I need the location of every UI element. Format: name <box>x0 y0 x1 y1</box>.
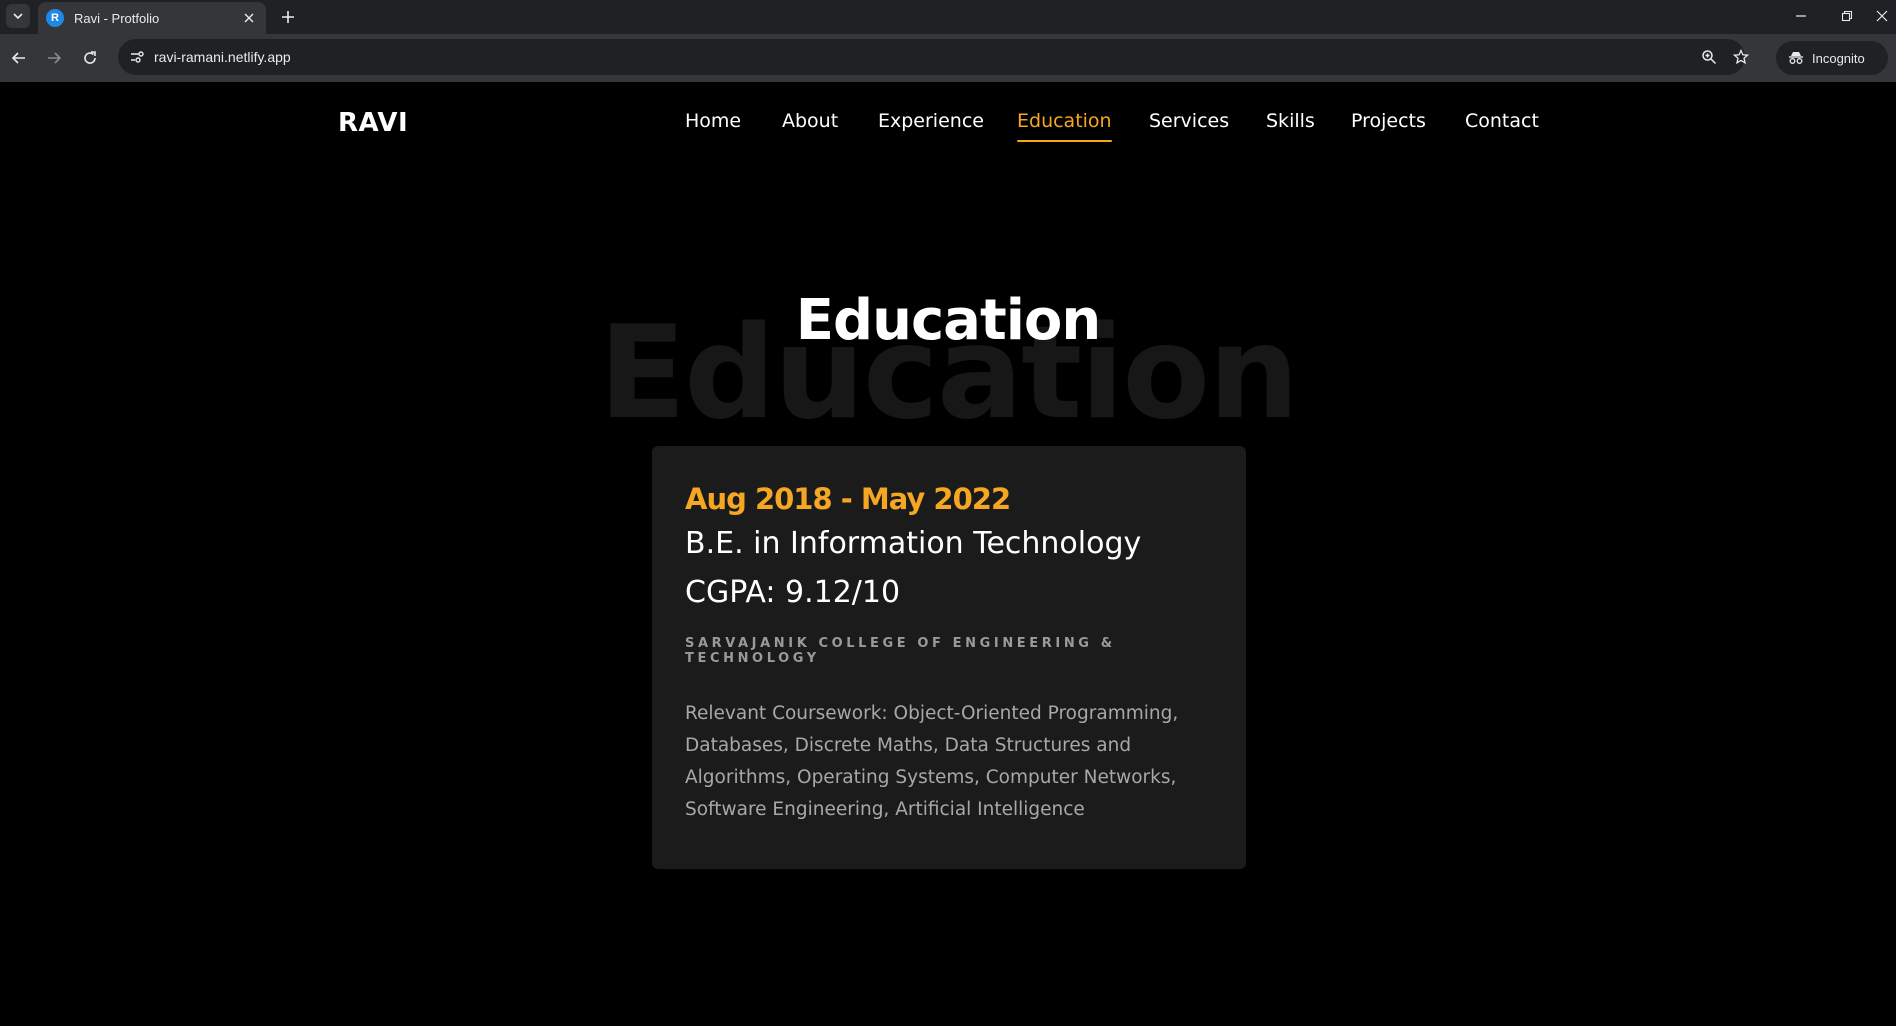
close-icon <box>244 13 254 23</box>
education-degree: B.E. in Information Technology <box>685 526 1142 561</box>
back-button[interactable] <box>5 44 33 72</box>
browser-tab-bar: R Ravi - Protfolio <box>0 0 1896 34</box>
tab-close-button[interactable] <box>240 9 258 27</box>
close-window-button[interactable] <box>1868 0 1896 32</box>
tab-list-button[interactable] <box>6 4 30 28</box>
arrow-left-icon <box>11 52 25 64</box>
plus-icon <box>282 11 294 23</box>
education-cgpa: CGPA: 9.12/10 <box>685 575 901 610</box>
education-college: SARVAJANIK COLLEGE OF ENGINEERING & TECH… <box>685 636 1116 666</box>
site-favicon-icon: R <box>46 9 64 27</box>
active-underline <box>1017 140 1112 142</box>
chevron-down-icon <box>13 13 23 20</box>
new-tab-button[interactable] <box>276 5 300 29</box>
nav-contact[interactable]: Contact <box>1465 110 1539 132</box>
nav-skills[interactable]: Skills <box>1266 110 1315 132</box>
restore-button[interactable] <box>1824 0 1870 32</box>
tune-icon <box>131 51 144 63</box>
minimize-icon <box>1796 15 1806 17</box>
incognito-icon <box>1789 52 1803 64</box>
incognito-label: Incognito <box>1812 50 1865 66</box>
nav-experience[interactable]: Experience <box>878 110 984 132</box>
browser-tab[interactable]: R Ravi - Protfolio <box>38 2 266 34</box>
reload-icon <box>84 51 96 64</box>
zoom-button[interactable] <box>1698 46 1720 68</box>
reload-button[interactable] <box>76 44 104 72</box>
education-date-range: Aug 2018 - May 2022 <box>685 482 1011 516</box>
restore-icon <box>1841 10 1853 22</box>
nav-education[interactable]: Education <box>1017 110 1112 142</box>
education-coursework: Relevant Coursework: Object-Oriented Pro… <box>685 703 1179 820</box>
nav-about[interactable]: About <box>782 110 838 132</box>
close-icon <box>1876 10 1888 22</box>
site-info-button[interactable] <box>126 46 148 68</box>
incognito-indicator[interactable]: Incognito <box>1776 41 1888 75</box>
zoom-icon <box>1702 50 1717 65</box>
forward-button[interactable] <box>40 44 68 72</box>
nav-education-label: Education <box>1017 110 1112 132</box>
section-title: Education <box>795 288 1102 353</box>
bookmark-button[interactable] <box>1730 46 1752 68</box>
tab-title: Ravi - Protfolio <box>74 10 160 26</box>
address-bar[interactable]: ravi-ramani.netlify.app <box>118 39 1749 75</box>
nav-home[interactable]: Home <box>685 110 741 132</box>
browser-toolbar: ravi-ramani.netlify.app Incognito <box>0 34 1896 82</box>
arrow-right-icon <box>48 52 62 64</box>
minimize-button[interactable] <box>1778 0 1824 32</box>
star-icon <box>1733 49 1749 65</box>
url-text: ravi-ramani.netlify.app <box>154 49 291 65</box>
education-card: Aug 2018 - May 2022 B.E. in Information … <box>652 446 1246 869</box>
page-content: RAVI Home About Experience Education Ser… <box>0 82 1896 1026</box>
site-logo[interactable]: RAVI <box>338 108 408 138</box>
nav-services[interactable]: Services <box>1149 110 1229 132</box>
nav-projects[interactable]: Projects <box>1351 110 1426 132</box>
